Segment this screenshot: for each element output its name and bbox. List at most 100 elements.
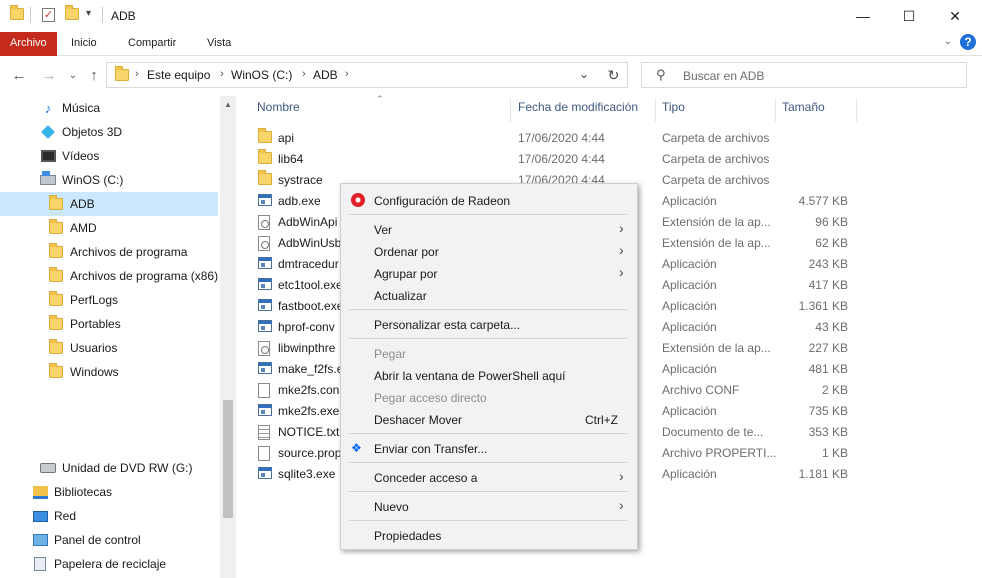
properties-check-icon[interactable]: ✓ bbox=[42, 7, 55, 23]
chevron-right-icon[interactable]: › bbox=[302, 68, 306, 80]
tab-compartir[interactable]: Compartir bbox=[118, 32, 186, 56]
search-input[interactable]: Buscar en ADB bbox=[683, 69, 764, 83]
breadcrumb-este-equipo[interactable]: Este equipo bbox=[147, 68, 210, 82]
menu-item-agrupar-por[interactable]: Agrupar por › bbox=[341, 262, 637, 284]
menu-item-deshacer-mover[interactable]: Deshacer Mover Ctrl+Z bbox=[341, 408, 637, 430]
column-divider[interactable] bbox=[510, 98, 511, 122]
file-type: Carpeta de archivos bbox=[662, 152, 770, 166]
refresh-button[interactable]: ↻ bbox=[600, 62, 628, 88]
address-dropdown-icon[interactable]: ⌄ bbox=[579, 67, 589, 81]
text-file-icon bbox=[258, 425, 270, 443]
menu-item-ordenar-por[interactable]: Ordenar por › bbox=[341, 240, 637, 262]
menu-item-propiedades[interactable]: Propiedades bbox=[341, 524, 637, 546]
file-name: source.prop bbox=[278, 446, 342, 460]
nav-item-label: Windows bbox=[70, 365, 119, 379]
folder-icon bbox=[48, 339, 64, 356]
nav-item-adb[interactable]: ADB bbox=[0, 192, 218, 216]
chevron-right-icon[interactable]: › bbox=[220, 68, 224, 80]
menu-item-actualizar[interactable]: Actualizar bbox=[341, 284, 637, 306]
up-button[interactable]: ↑ bbox=[83, 63, 105, 87]
nav-item-panel-de-control[interactable]: Panel de control bbox=[0, 528, 220, 552]
forward-button[interactable]: → bbox=[38, 63, 60, 87]
nav-item-objetos-3d[interactable]: Objetos 3D bbox=[0, 120, 220, 144]
customize-qat-icon[interactable]: ▾ bbox=[86, 8, 91, 24]
nav-item-portables[interactable]: Portables bbox=[0, 312, 220, 336]
nav-item-red[interactable]: Red bbox=[0, 504, 220, 528]
column-header-type[interactable]: Tipo bbox=[662, 100, 685, 120]
scrollbar-thumb[interactable] bbox=[223, 400, 233, 518]
nav-item-winos[interactable]: WinOS (C:) bbox=[0, 168, 220, 192]
menu-item-label: Pegar acceso directo bbox=[374, 391, 487, 405]
column-divider[interactable] bbox=[856, 98, 857, 122]
column-header-size[interactable]: Tamaño bbox=[782, 100, 825, 120]
nav-item-amd[interactable]: AMD bbox=[0, 216, 220, 240]
nav-item-papelera[interactable]: Papelera de reciclaje bbox=[0, 552, 220, 576]
new-folder-icon[interactable] bbox=[65, 5, 79, 24]
tab-vista[interactable]: Vista bbox=[197, 32, 241, 56]
nav-item-videos[interactable]: Vídeos bbox=[0, 144, 220, 168]
nav-item-archivos-de-programa-x86[interactable]: Archivos de programa (x86) bbox=[0, 264, 220, 288]
nav-item-perflogs[interactable]: PerfLogs bbox=[0, 288, 220, 312]
maximize-button[interactable]: ☐ bbox=[886, 0, 932, 32]
menu-item-powershell[interactable]: Abrir la ventana de PowerShell aquí bbox=[341, 364, 637, 386]
document-icon bbox=[258, 446, 270, 464]
executable-icon bbox=[258, 257, 272, 272]
folder-icon[interactable] bbox=[10, 5, 24, 24]
menu-separator bbox=[349, 433, 627, 434]
search-box[interactable]: ⚲ Buscar en ADB bbox=[641, 62, 967, 88]
menu-item-label: Deshacer Mover bbox=[374, 413, 463, 427]
dll-icon bbox=[258, 236, 270, 254]
file-name: api bbox=[278, 131, 295, 145]
nav-item-usuarios[interactable]: Usuarios bbox=[0, 336, 220, 360]
menu-item-ver[interactable]: Ver › bbox=[341, 218, 637, 240]
menu-item-personalizar[interactable]: Personalizar esta carpeta... bbox=[341, 313, 637, 335]
breadcrumb-adb[interactable]: ADB bbox=[313, 68, 338, 82]
nav-item-bibliotecas[interactable]: Bibliotecas bbox=[0, 480, 220, 504]
file-type: Aplicación bbox=[662, 194, 717, 208]
menu-separator bbox=[349, 520, 627, 521]
column-header-name[interactable]: Nombre bbox=[257, 100, 300, 120]
column-divider[interactable] bbox=[655, 98, 656, 122]
help-icon[interactable]: ? bbox=[960, 34, 976, 50]
expand-ribbon-icon[interactable]: ⌄ bbox=[944, 36, 952, 47]
back-button[interactable]: ← bbox=[8, 63, 30, 87]
close-button[interactable]: ✕ bbox=[932, 0, 978, 32]
breadcrumb-winos[interactable]: WinOS (C:) bbox=[231, 68, 292, 82]
nav-scrollbar[interactable]: ▲ bbox=[220, 96, 236, 578]
recent-locations-icon[interactable]: ⌄ bbox=[62, 63, 84, 87]
file-size: 96 KB bbox=[815, 215, 848, 229]
folder-icon bbox=[258, 149, 272, 167]
scroll-up-icon[interactable]: ▲ bbox=[224, 100, 232, 109]
column-header-date[interactable]: Fecha de modificación bbox=[518, 100, 638, 120]
menu-item-enviar-con-transfer[interactable]: ❖ Enviar con Transfer... bbox=[341, 437, 637, 459]
menu-item-radeon[interactable]: Configuración de Radeon bbox=[341, 189, 637, 211]
chevron-right-icon: › bbox=[619, 468, 624, 484]
executable-icon bbox=[258, 320, 272, 335]
address-bar[interactable]: › Este equipo › WinOS (C:) › ADB › ⌄ bbox=[106, 62, 628, 88]
nav-item-musica[interactable]: ♪ Música bbox=[0, 96, 220, 120]
divider bbox=[102, 7, 103, 23]
chevron-right-icon[interactable]: › bbox=[135, 68, 139, 80]
minimize-button[interactable]: — bbox=[840, 0, 886, 32]
recycle-bin-icon bbox=[32, 556, 48, 572]
tab-archivo[interactable]: Archivo bbox=[0, 32, 57, 56]
sort-ascending-icon: ⌃ bbox=[376, 94, 384, 104]
table-row[interactable]: lib64 17/06/2020 4:44 Carpeta de archivos bbox=[254, 149, 854, 170]
executable-icon bbox=[258, 467, 272, 482]
nav-item-archivos-de-programa[interactable]: Archivos de programa bbox=[0, 240, 220, 264]
menu-item-nuevo[interactable]: Nuevo › bbox=[341, 495, 637, 517]
nav-item-label: Portables bbox=[70, 317, 121, 331]
nav-item-windows[interactable]: Windows bbox=[0, 360, 220, 384]
table-row[interactable]: api 17/06/2020 4:44 Carpeta de archivos bbox=[254, 128, 854, 149]
dll-icon bbox=[258, 215, 270, 233]
nav-item-dvd[interactable]: Unidad de DVD RW (G:) bbox=[0, 456, 220, 480]
file-type: Aplicación bbox=[662, 299, 717, 313]
music-icon: ♪ bbox=[44, 100, 52, 116]
file-name: systrace bbox=[278, 173, 323, 187]
tab-inicio[interactable]: Inicio bbox=[61, 32, 107, 56]
menu-item-conceder-acceso[interactable]: Conceder acceso a › bbox=[341, 466, 637, 488]
file-size: 43 KB bbox=[815, 320, 848, 334]
file-size: 4.577 KB bbox=[798, 194, 848, 208]
column-divider[interactable] bbox=[775, 98, 776, 122]
chevron-right-icon[interactable]: › bbox=[345, 68, 349, 80]
